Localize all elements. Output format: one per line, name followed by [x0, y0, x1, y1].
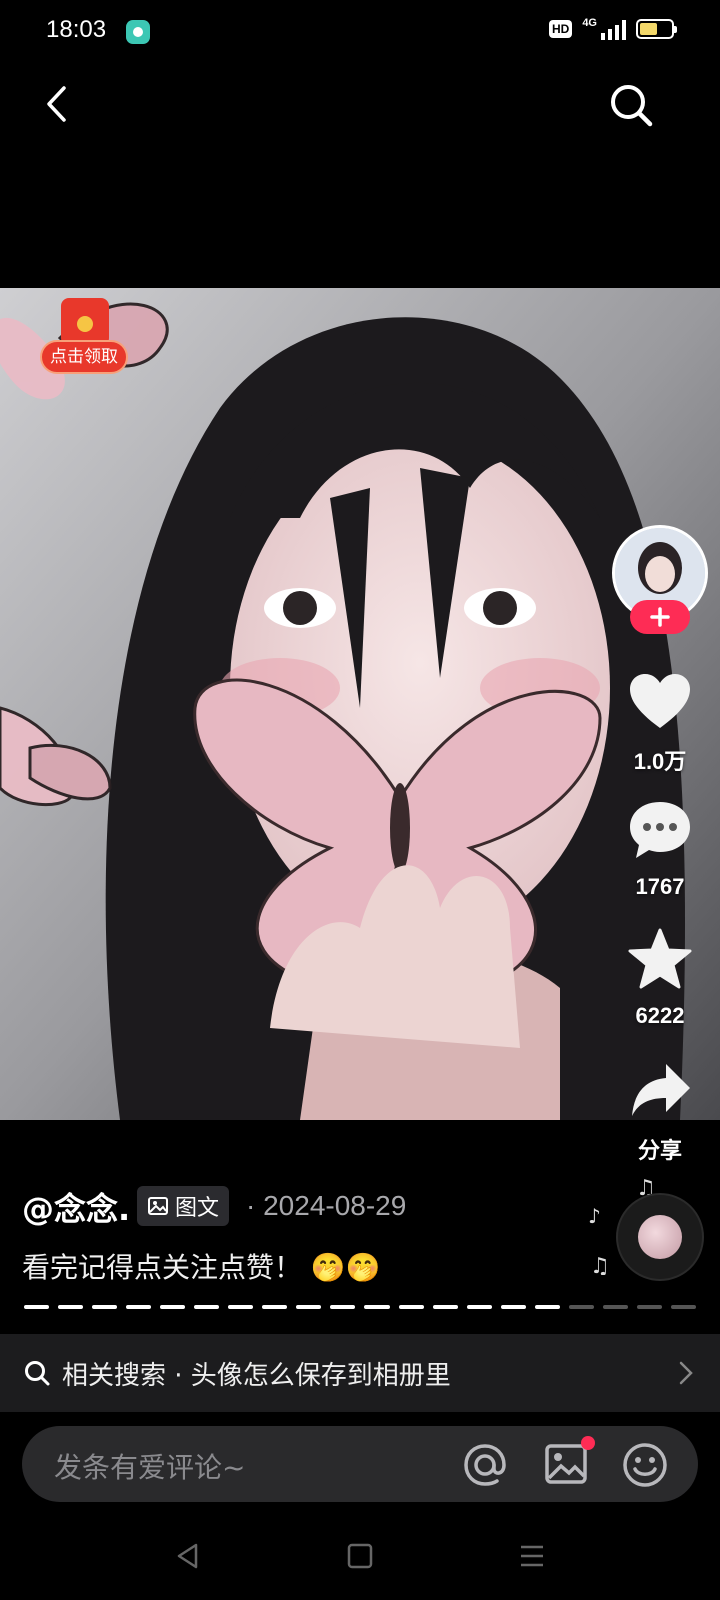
slide-progress	[24, 1305, 696, 1309]
progress-segment	[58, 1305, 84, 1309]
progress-segment	[364, 1305, 390, 1309]
progress-segment	[228, 1305, 254, 1309]
red-packet-button[interactable]: 点击领取	[40, 298, 130, 378]
battery-icon	[636, 19, 677, 39]
search-button[interactable]	[606, 80, 656, 130]
post-type-tag: 图文	[137, 1186, 230, 1226]
progress-segment	[432, 1305, 458, 1309]
status-time: 18:03	[46, 16, 107, 43]
progress-segment	[92, 1305, 118, 1309]
nav-menu-icon[interactable]	[518, 1542, 546, 1570]
progress-segment	[194, 1305, 220, 1309]
status-bar: 18:03 HD 4G	[0, 0, 720, 64]
progress-segment	[296, 1305, 322, 1309]
progress-segment	[636, 1305, 662, 1309]
svg-text:♪: ♪	[588, 1204, 601, 1228]
progress-segment	[602, 1305, 628, 1309]
photo-illustration	[0, 288, 720, 1120]
heart-icon	[630, 674, 690, 728]
comment-bar: 发条有爱评论~	[22, 1426, 698, 1502]
mention-icon[interactable]	[462, 1442, 508, 1488]
search-icon	[611, 85, 653, 127]
progress-segment	[262, 1305, 288, 1309]
post-date: · 2024-08-29	[246, 1190, 407, 1221]
hd-badge: HD	[548, 20, 573, 38]
music-cover	[638, 1215, 682, 1259]
follow-button[interactable]	[630, 600, 690, 634]
comment-input[interactable]: 发条有爱评论~	[54, 1446, 245, 1486]
chevron-right-icon	[679, 1361, 693, 1385]
share-label: 分享	[637, 1138, 682, 1163]
progress-segment	[568, 1305, 594, 1309]
status-indicators: HD 4G	[548, 17, 677, 40]
image-picker-icon[interactable]	[544, 1442, 588, 1486]
nav-home-icon[interactable]	[346, 1542, 374, 1570]
nav-back-icon[interactable]	[174, 1542, 202, 1570]
post-type-label: 图文	[175, 1196, 220, 1221]
progress-segment	[534, 1305, 560, 1309]
progress-segment	[160, 1305, 186, 1309]
image-icon	[148, 1197, 168, 1215]
related-search-text: 相关搜索 · 头像怎么保存到相册里	[62, 1360, 451, 1391]
post-image[interactable]	[0, 288, 720, 1120]
progress-segment	[670, 1305, 696, 1309]
author-name[interactable]: @念念.	[22, 1184, 130, 1230]
favorite-button[interactable]	[628, 928, 692, 994]
progress-segment	[126, 1305, 152, 1309]
progress-segment	[500, 1305, 526, 1309]
like-count: 1.0万	[633, 749, 687, 774]
battery-level	[640, 23, 657, 35]
svg-text:♫: ♫	[590, 1254, 610, 1275]
progress-segment	[330, 1305, 356, 1309]
comment-count: 1767	[635, 874, 685, 899]
system-nav-bar	[0, 1520, 720, 1600]
comment-icon	[630, 802, 690, 858]
new-indicator-dot	[581, 1436, 595, 1450]
emoji-icon[interactable]	[622, 1442, 668, 1488]
share-button[interactable]	[630, 1062, 692, 1122]
plus-icon	[650, 607, 670, 627]
back-button[interactable]	[36, 82, 80, 126]
chevron-left-icon	[47, 86, 66, 122]
red-packet-label: 点击领取	[40, 340, 128, 374]
red-packet-icon	[61, 298, 109, 346]
music-disc-button[interactable]	[616, 1193, 704, 1281]
comment-button[interactable]	[628, 800, 692, 864]
app-notification-icon	[126, 20, 150, 44]
related-search-bar[interactable]: 相关搜索 · 头像怎么保存到相册里	[0, 1334, 720, 1412]
progress-segment	[24, 1305, 50, 1309]
post-caption: 看完记得点关注点赞！ 🤭🤭	[22, 1251, 381, 1284]
progress-segment	[398, 1305, 424, 1309]
search-icon	[25, 1361, 50, 1386]
star-icon	[628, 928, 692, 989]
progress-segment	[466, 1305, 492, 1309]
share-arrow-icon	[632, 1064, 690, 1116]
favorite-count: 6222	[635, 1003, 685, 1028]
like-button[interactable]	[628, 672, 692, 734]
signal-icon	[601, 18, 626, 40]
network-type: 4G	[582, 17, 597, 29]
